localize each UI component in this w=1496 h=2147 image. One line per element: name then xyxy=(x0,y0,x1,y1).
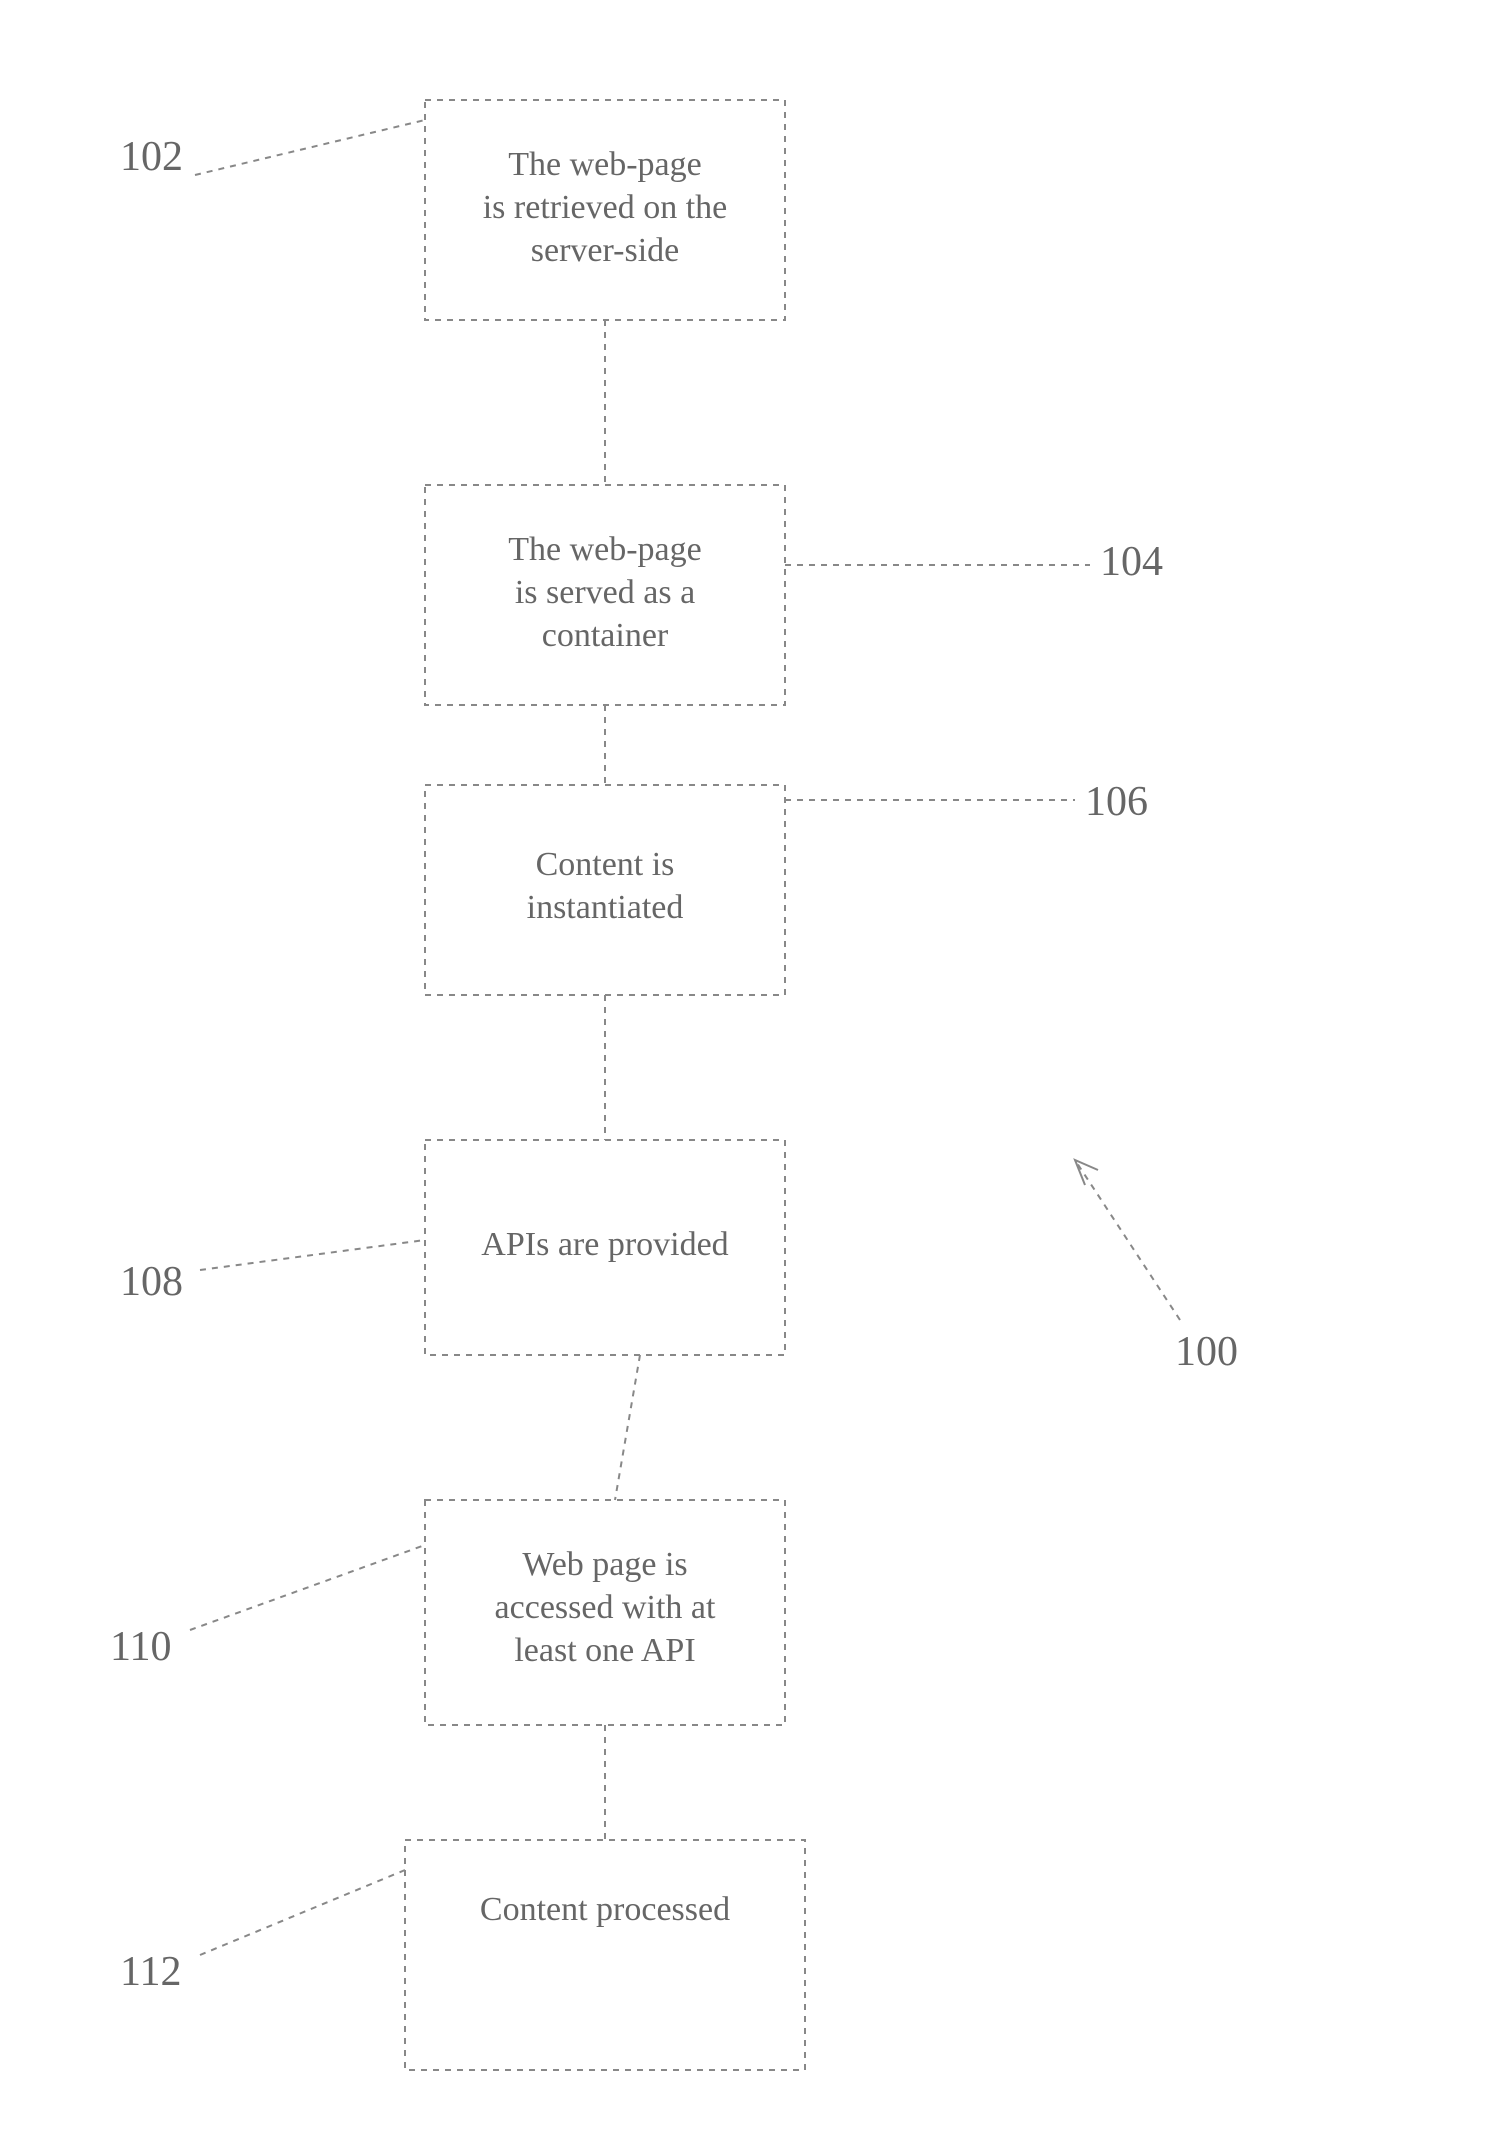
box-110-line1: Web page is xyxy=(522,1546,687,1583)
leader-102 xyxy=(195,120,425,175)
ref-label-108: 108 xyxy=(120,1259,183,1305)
ref-label-110: 110 xyxy=(110,1624,171,1670)
ref-label-112: 112 xyxy=(120,1949,181,1995)
box-104-line3: container xyxy=(542,617,669,654)
leader-108 xyxy=(200,1240,425,1270)
box-106-line1: Content is xyxy=(536,846,675,883)
box-102-line2: is retrieved on the xyxy=(483,189,728,226)
box-110-line3: least one API xyxy=(514,1632,695,1669)
ref-label-102: 102 xyxy=(120,134,183,180)
leader-110 xyxy=(190,1545,425,1630)
ref-label-100: 100 xyxy=(1175,1329,1238,1375)
box-104-line1: The web-page xyxy=(508,531,702,568)
leader-100 xyxy=(1075,1160,1180,1320)
ref-label-106: 106 xyxy=(1085,779,1148,825)
box-110-line2: accessed with at xyxy=(495,1589,716,1626)
leader-100-arrowhead xyxy=(1075,1160,1098,1185)
box-104-line2: is served as a xyxy=(515,574,695,611)
box-106-line2: instantiated xyxy=(527,889,684,926)
box-102-line1: The web-page xyxy=(508,146,702,183)
box-112-line1: Content processed xyxy=(480,1891,730,1928)
ref-label-104: 104 xyxy=(1100,539,1163,585)
box-108-line1: APIs are provided xyxy=(481,1226,728,1263)
flowchart-diagram: The web-page is retrieved on the server-… xyxy=(0,0,1496,2147)
box-112 xyxy=(405,1840,805,2070)
box-102-line3: server-side xyxy=(531,232,679,269)
connector-108-110 xyxy=(615,1355,640,1500)
leader-112 xyxy=(200,1870,405,1955)
